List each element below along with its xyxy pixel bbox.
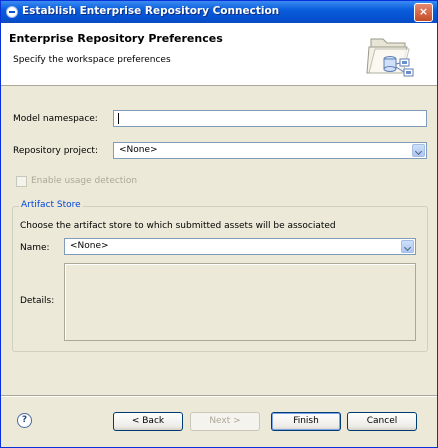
artifact-store-details-box (64, 263, 416, 341)
repository-project-value: <None> (119, 145, 158, 155)
help-icon[interactable]: ? (17, 413, 32, 428)
cancel-button[interactable]: Cancel (347, 412, 417, 431)
artifact-store-name-select[interactable]: <None> (64, 238, 416, 255)
artifact-store-details-label: Details: (20, 296, 55, 306)
next-button[interactable]: Next > (190, 412, 260, 431)
banner-subtitle: Specify the workspace preferences (13, 55, 171, 65)
wizard-folder-icon (366, 38, 414, 77)
model-namespace-label: Model namespace: (13, 114, 98, 124)
text-caret (118, 113, 119, 124)
window-title: Establish Enterprise Repository Connecti… (22, 5, 280, 17)
usage-detection-label: Enable usage detection (31, 176, 138, 186)
footer-separator (1, 395, 437, 397)
wizard-banner: Enterprise Repository Preferences Specif… (1, 23, 437, 86)
chevron-down-icon[interactable] (412, 144, 425, 157)
repository-project-select[interactable]: <None> (113, 142, 427, 159)
close-button[interactable]: × (414, 3, 433, 22)
artifact-store-legend: Artifact Store (19, 200, 83, 210)
model-namespace-input[interactable] (113, 110, 427, 127)
artifact-store-name-label: Name: (20, 243, 50, 253)
repository-project-label: Repository project: (13, 146, 98, 156)
chevron-down-icon[interactable] (401, 240, 414, 253)
usage-detection-checkbox[interactable] (16, 176, 27, 187)
banner-title: Enterprise Repository Preferences (9, 32, 223, 45)
artifact-store-description: Choose the artifact store to which submi… (20, 221, 336, 231)
title-bar[interactable]: Establish Enterprise Repository Connecti… (1, 1, 437, 23)
back-button[interactable]: < Back (113, 412, 183, 431)
eclipse-app-icon (6, 6, 18, 18)
finish-button[interactable]: Finish (271, 412, 341, 431)
wizard-dialog: Establish Enterprise Repository Connecti… (0, 0, 438, 448)
artifact-store-name-value: <None> (70, 241, 109, 251)
